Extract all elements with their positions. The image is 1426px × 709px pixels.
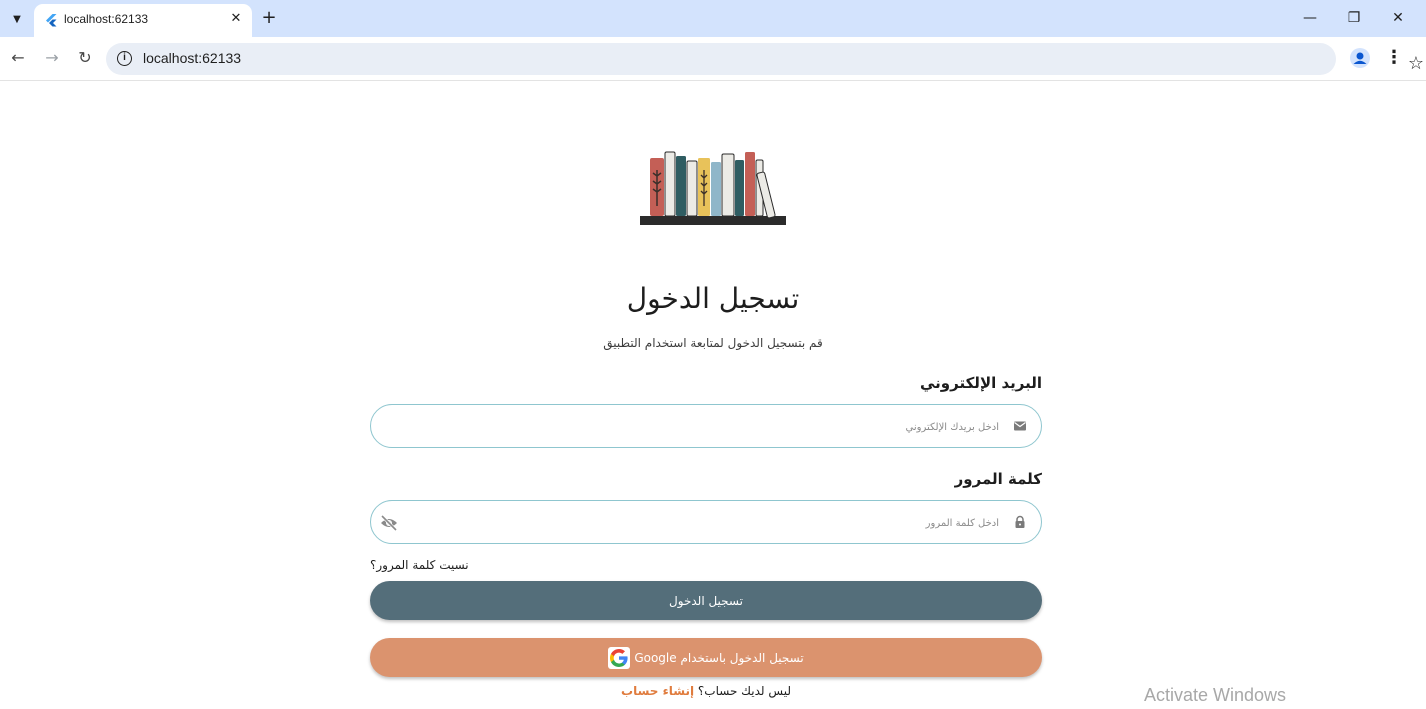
page-title: تسجيل الدخول	[626, 282, 800, 315]
mail-icon	[1014, 421, 1026, 431]
new-tab-button[interactable]: +	[258, 7, 280, 29]
login-button[interactable]: تسجيل الدخول	[370, 581, 1042, 620]
bookshelf-logo	[640, 151, 786, 225]
close-window-button[interactable]: ✕	[1376, 4, 1420, 32]
flutter-icon	[46, 14, 57, 27]
password-label: كلمة المرور	[954, 470, 1042, 488]
tab-close-icon[interactable]: ✕	[226, 9, 246, 29]
browser-tab[interactable]: localhost:62133 ✕	[34, 4, 252, 37]
profile-icon[interactable]	[1350, 48, 1370, 68]
page-subtitle: قم بتسجيل الدخول لمتابعة استخدام التطبيق	[603, 336, 823, 350]
back-icon[interactable]: ←	[6, 46, 30, 70]
lock-icon	[1015, 515, 1025, 528]
address-bar[interactable]: i localhost:62133 ☆	[106, 43, 1424, 75]
activate-windows-watermark: Activate Windows	[1144, 685, 1287, 705]
restore-button[interactable]: ❐	[1332, 4, 1376, 32]
info-icon[interactable]: i	[117, 51, 132, 66]
email-label: البريد الإلكتروني	[920, 374, 1042, 392]
star-icon[interactable]: ☆	[1406, 54, 1426, 74]
google-login-button[interactable]: تسجيل الدخول باستخدام Google	[370, 638, 1042, 677]
minimize-button[interactable]: —	[1288, 4, 1332, 32]
google-login-label: تسجيل الدخول باستخدام Google	[634, 650, 804, 665]
browser-tabstrip: ▼ localhost:62133 ✕ + — ❐ ✕	[0, 0, 1426, 37]
browser-toolbar: ← → ↻ i localhost:62133 ☆ ⋮	[0, 37, 1426, 81]
reload-icon[interactable]: ↻	[73, 46, 97, 70]
email-field[interactable]	[370, 404, 1042, 448]
google-icon	[608, 646, 631, 669]
signup-row: ليس لديك حساب؟ إنشاء حساب	[370, 684, 1042, 698]
tab-title: localhost:62133	[64, 12, 149, 26]
password-field[interactable]	[370, 500, 1042, 544]
signup-link[interactable]: إنشاء حساب	[621, 684, 694, 698]
menu-icon[interactable]: ⋮	[1384, 47, 1404, 69]
url-text[interactable]: localhost:62133	[143, 50, 241, 66]
email-input[interactable]	[439, 415, 999, 439]
forward-icon[interactable]: →	[40, 46, 64, 70]
tab-search-icon[interactable]: ▼	[6, 8, 28, 30]
password-input[interactable]	[439, 511, 999, 535]
visibility-off-icon[interactable]	[379, 513, 399, 533]
page-content: تسجيل الدخول قم بتسجيل الدخول لمتابعة اس…	[0, 82, 1426, 709]
signup-prompt: ليس لديك حساب؟	[697, 684, 791, 698]
forgot-password-link[interactable]: نسيت كلمة المرور؟	[370, 558, 469, 572]
